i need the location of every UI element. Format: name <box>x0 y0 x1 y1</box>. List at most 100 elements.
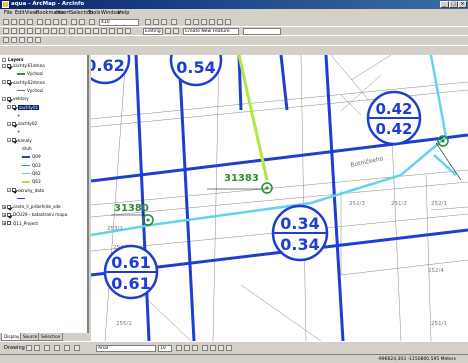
layer-visibility-checkbox[interactable] <box>12 121 16 126</box>
layer-name[interactable]: DCU29 - katastralni mapa <box>13 212 67 217</box>
target-select[interactable] <box>243 28 281 35</box>
layer-name[interactable]: sachty.61dmna <box>13 63 45 68</box>
bold-icon[interactable] <box>176 345 182 351</box>
task-select[interactable]: Create New Feature <box>183 28 239 35</box>
zoom-in-icon[interactable] <box>3 28 9 34</box>
map-view[interactable]: 31383 31380 Botničkeho 252/3 252/1 254/1… <box>91 55 468 341</box>
layer-expander[interactable]: + <box>2 212 6 217</box>
layer-visibility-checkbox[interactable] <box>7 212 11 217</box>
menu-insert[interactable]: Insert <box>56 10 70 16</box>
toolbar-icon-4[interactable] <box>27 37 33 43</box>
drawing-menu[interactable]: Drawing <box>4 345 25 351</box>
menu-help[interactable]: Help <box>118 10 129 16</box>
add-data-icon[interactable] <box>89 19 95 25</box>
find-icon[interactable] <box>93 28 99 34</box>
layer-expander[interactable]: - <box>7 188 11 193</box>
minimize-button[interactable]: _ <box>440 1 449 8</box>
font-size-select[interactable]: 10 <box>158 345 172 352</box>
toolbar-icon-1[interactable] <box>3 37 9 43</box>
layer-name[interactable]: okruhy_data <box>18 188 44 193</box>
redo-icon[interactable] <box>79 19 85 25</box>
toolbar-icon-5[interactable] <box>35 37 41 43</box>
menu-file[interactable]: File <box>4 10 12 16</box>
layer-name[interactable]: kanaly <box>18 138 32 143</box>
arctoolbox-icon[interactable] <box>153 19 159 25</box>
layer-expander[interactable]: - <box>7 138 11 143</box>
layer-expander[interactable]: - <box>2 63 6 68</box>
layer-name[interactable]: vektory <box>13 96 29 101</box>
zoom-whole-page-icon[interactable] <box>44 345 50 351</box>
forward-extent-icon[interactable] <box>59 28 65 34</box>
undo-icon[interactable] <box>71 19 77 25</box>
open-icon[interactable] <box>11 19 17 25</box>
rotate-icon[interactable] <box>34 345 40 351</box>
save-icon[interactable] <box>19 19 25 25</box>
html-popup-icon[interactable] <box>117 28 123 34</box>
full-extent-icon[interactable] <box>43 28 49 34</box>
cut-icon[interactable] <box>37 19 43 25</box>
print-icon[interactable] <box>27 19 33 25</box>
tool-b-icon[interactable] <box>193 19 199 25</box>
time-slider-icon[interactable] <box>125 28 131 34</box>
layer-visibility-checkbox[interactable] <box>7 80 11 85</box>
maximize-button[interactable]: □ <box>449 1 458 8</box>
tool-c-icon[interactable] <box>201 19 207 25</box>
sketch-tool-icon[interactable] <box>173 28 179 34</box>
layer-visibility-checkbox[interactable] <box>7 204 11 209</box>
layer-visibility-checkbox[interactable] <box>7 96 11 101</box>
marker-color-icon[interactable] <box>226 345 232 351</box>
layer-expander[interactable]: - <box>7 105 11 110</box>
scale-select[interactable]: 410 <box>99 19 139 26</box>
select-features-icon[interactable] <box>69 28 75 34</box>
layer-expander[interactable]: + <box>2 204 6 209</box>
layer-name[interactable]: ceste_li_pribeh(de_sde <box>13 204 61 209</box>
select-elements-icon[interactable] <box>26 345 32 351</box>
rectangle-icon[interactable] <box>54 345 60 351</box>
layer-name[interactable]: sachty.62dmna <box>13 80 45 85</box>
italic-icon[interactable] <box>184 345 190 351</box>
fixed-zoom-in-icon[interactable] <box>19 28 25 34</box>
zoom-out-icon[interactable] <box>11 28 17 34</box>
layer-name[interactable]: sachty02 <box>18 121 37 126</box>
layer-visibility-checkbox[interactable] <box>12 188 16 192</box>
line-color-icon[interactable] <box>218 345 224 351</box>
delete-icon[interactable] <box>61 19 67 25</box>
menu-edit[interactable]: Edit <box>15 10 25 16</box>
layer-visibility-checkbox[interactable] <box>12 105 16 109</box>
underline-icon[interactable] <box>192 345 198 351</box>
identify-icon[interactable] <box>85 28 91 34</box>
font-color-icon[interactable] <box>202 345 208 351</box>
fixed-zoom-out-icon[interactable] <box>27 28 33 34</box>
tab-selection[interactable]: Selection <box>38 333 64 341</box>
layer-name[interactable]: Q11_Project <box>13 221 38 226</box>
font-select[interactable]: Arial <box>96 345 156 352</box>
toolbar-icon-2[interactable] <box>11 37 17 43</box>
layer-visibility-checkbox[interactable] <box>7 221 11 226</box>
edit-tool-icon[interactable] <box>165 28 171 34</box>
edit-vertices-icon[interactable] <box>74 345 80 351</box>
editor-menu[interactable]: Editing <box>143 28 163 35</box>
new-icon[interactable] <box>3 19 9 25</box>
editor-toolbar-icon[interactable] <box>145 19 151 25</box>
select-elements-icon[interactable] <box>77 28 83 34</box>
copy-icon[interactable] <box>45 19 51 25</box>
text-icon[interactable] <box>64 345 70 351</box>
back-extent-icon[interactable] <box>51 28 57 34</box>
tool-f-icon[interactable] <box>225 19 231 25</box>
toolbar-icon-3[interactable] <box>19 37 25 43</box>
measure-icon[interactable] <box>101 28 107 34</box>
layer-visibility-checkbox[interactable] <box>7 63 11 68</box>
help-icon[interactable] <box>171 19 177 25</box>
layer-expander[interactable]: + <box>2 221 6 226</box>
tool-d-icon[interactable] <box>209 19 215 25</box>
layer-expander[interactable]: - <box>7 121 11 126</box>
layer-expander[interactable]: - <box>2 80 6 85</box>
fill-color-icon[interactable] <box>210 345 216 351</box>
paste-icon[interactable] <box>53 19 59 25</box>
pan-icon[interactable] <box>35 28 41 34</box>
tool-e-icon[interactable] <box>217 19 223 25</box>
command-line-icon[interactable] <box>161 19 167 25</box>
menu-tools[interactable]: Tools <box>88 10 100 16</box>
tool-a-icon[interactable] <box>185 19 191 25</box>
layer-expander[interactable]: - <box>2 96 6 101</box>
